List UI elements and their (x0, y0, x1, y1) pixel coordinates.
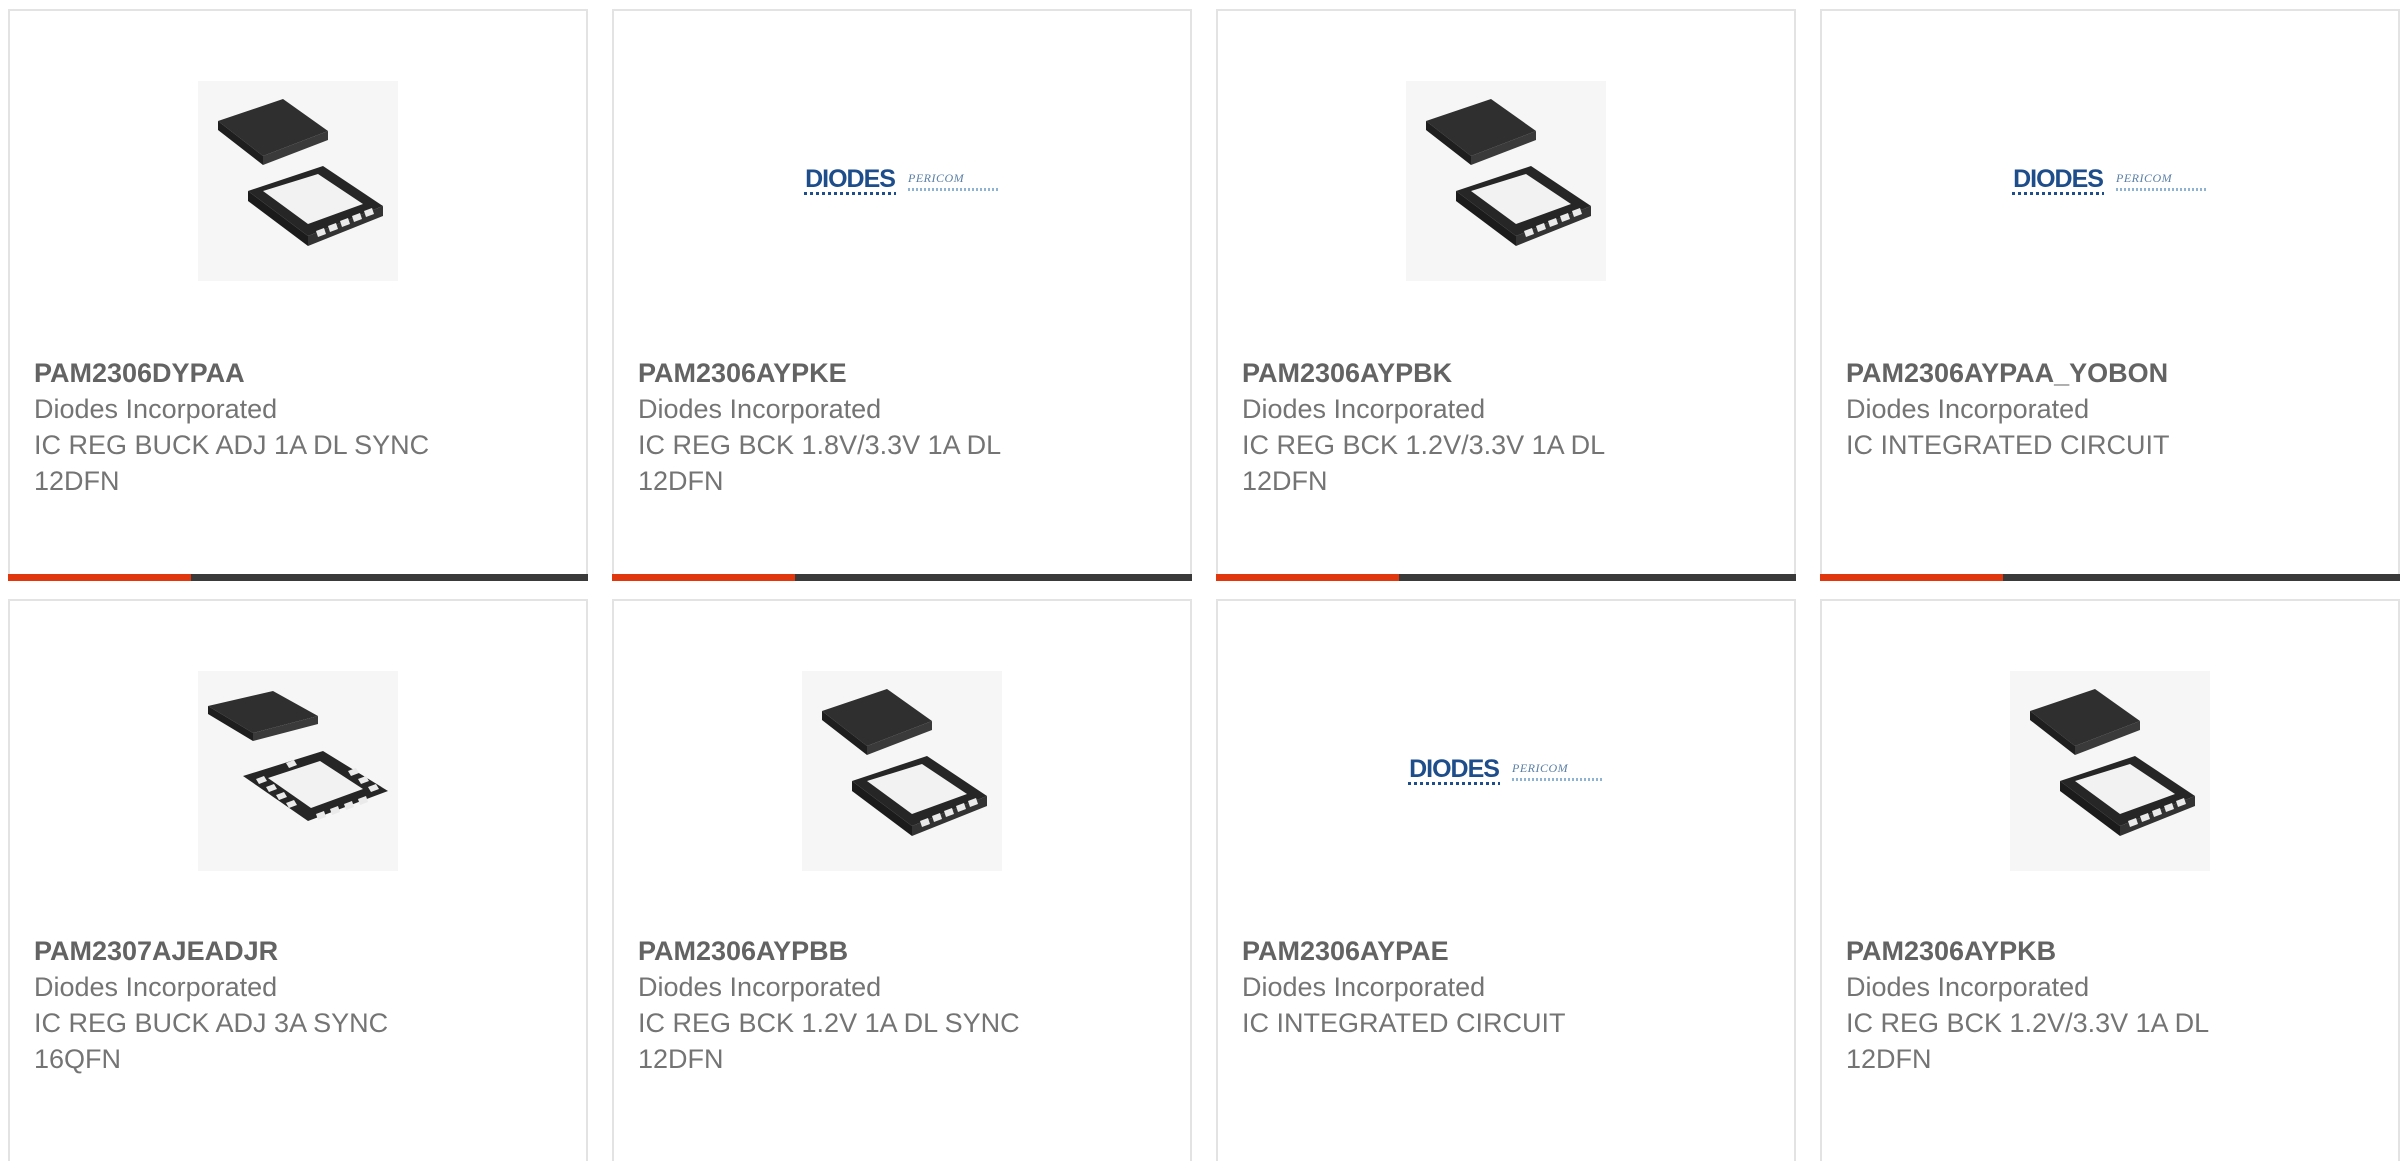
description: IC INTEGRATED CIRCUIT (1846, 430, 2170, 460)
product-image[interactable]: DIODES PERICOM (1822, 81, 2398, 281)
part-number-link[interactable]: PAM2306AYPAA_YOBON (1846, 355, 2374, 391)
logo-secondary: PERICOM (2116, 171, 2173, 185)
card-accent-bar (8, 574, 191, 581)
product-card[interactable]: DIODES PERICOM PAM2306AYPAE Diodes Incor… (1216, 599, 1796, 1161)
manufacturer: Diodes Incorporated (34, 972, 278, 1002)
product-card[interactable]: DIODES PERICOM PAM2306AYPAA_YOBON Diodes… (1820, 9, 2400, 581)
description: IC REG BCK 1.2V 1A DL SYNC 12DFN (638, 1008, 1020, 1074)
description: IC REG BUCK ADJ 1A DL SYNC 12DFN (34, 430, 430, 496)
qfn16-chip-image (198, 671, 398, 871)
product-card[interactable]: PAM2306AYPBB Diodes Incorporated IC REG … (612, 599, 1192, 1161)
logo-secondary: PERICOM (908, 171, 965, 185)
product-image[interactable] (1218, 81, 1794, 281)
product-image[interactable] (10, 671, 586, 871)
product-image[interactable] (10, 81, 586, 281)
logo-brand: DIODES (2013, 164, 2104, 193)
description: IC REG BCK 1.2V/3.3V 1A DL 12DFN (1242, 430, 1605, 496)
part-number-link[interactable]: PAM2306AYPBK (1242, 355, 1770, 391)
logo-secondary: PERICOM (1512, 761, 1569, 775)
manufacturer: Diodes Incorporated (1846, 972, 2090, 1002)
product-info: PAM2306AYPKE Diodes Incorporated IC REG … (638, 355, 1166, 499)
card-bottom-bar (1216, 574, 1796, 581)
card-bottom-bar (8, 574, 588, 581)
part-number-link[interactable]: PAM2306AYPAE (1242, 933, 1770, 969)
product-info: PAM2306AYPKB Diodes Incorporated IC REG … (1846, 933, 2374, 1077)
product-info: PAM2307AJEADJR Diodes Incorporated IC RE… (34, 933, 562, 1077)
part-number-link[interactable]: PAM2306AYPBB (638, 933, 1166, 969)
description: IC INTEGRATED CIRCUIT (1242, 1008, 1566, 1038)
description: IC REG BCK 1.2V/3.3V 1A DL 12DFN (1846, 1008, 2209, 1074)
dfn12-chip-image (2010, 671, 2210, 871)
manufacturer: Diodes Incorporated (34, 394, 278, 424)
diodes-pericom-logo: DIODES PERICOM (804, 164, 1000, 195)
product-image[interactable] (1822, 671, 2398, 871)
product-card[interactable]: PAM2306AYPBK Diodes Incorporated IC REG … (1216, 9, 1796, 581)
diodes-pericom-logo: DIODES PERICOM (2012, 164, 2208, 195)
product-info: PAM2306AYPBK Diodes Incorporated IC REG … (1242, 355, 1770, 499)
part-number-link[interactable]: PAM2306DYPAA (34, 355, 562, 391)
card-accent-bar (1216, 574, 1399, 581)
part-number-link[interactable]: PAM2307AJEADJR (34, 933, 562, 969)
product-card[interactable]: DIODES PERICOM PAM2306AYPKE Diodes Incor… (612, 9, 1192, 581)
product-grid: PAM2306DYPAA Diodes Incorporated IC REG … (0, 0, 2400, 1161)
product-info: PAM2306DYPAA Diodes Incorporated IC REG … (34, 355, 562, 499)
part-number-link[interactable]: PAM2306AYPKE (638, 355, 1166, 391)
manufacturer: Diodes Incorporated (638, 972, 882, 1002)
card-bottom-bar (1820, 574, 2400, 581)
product-image[interactable]: DIODES PERICOM (1218, 671, 1794, 871)
product-info: PAM2306AYPAE Diodes Incorporated IC INTE… (1242, 933, 1770, 1041)
diodes-pericom-logo: DIODES PERICOM (1408, 754, 1604, 785)
product-card[interactable]: PAM2306DYPAA Diodes Incorporated IC REG … (8, 9, 588, 581)
dfn12-chip-image (198, 81, 398, 281)
manufacturer: Diodes Incorporated (1242, 394, 1486, 424)
logo-brand: DIODES (805, 164, 896, 193)
product-image[interactable]: DIODES PERICOM (614, 81, 1190, 281)
product-info: PAM2306AYPAA_YOBON Diodes Incorporated I… (1846, 355, 2374, 463)
dfn12-chip-image (1406, 81, 1606, 281)
card-accent-bar (612, 574, 795, 581)
product-image[interactable] (614, 671, 1190, 871)
product-card[interactable]: PAM2307AJEADJR Diodes Incorporated IC RE… (8, 599, 588, 1161)
logo-brand: DIODES (1409, 754, 1500, 783)
manufacturer: Diodes Incorporated (1846, 394, 2090, 424)
part-number-link[interactable]: PAM2306AYPKB (1846, 933, 2374, 969)
product-info: PAM2306AYPBB Diodes Incorporated IC REG … (638, 933, 1166, 1077)
description: IC REG BCK 1.8V/3.3V 1A DL 12DFN (638, 430, 1001, 496)
manufacturer: Diodes Incorporated (1242, 972, 1486, 1002)
product-card[interactable]: PAM2306AYPKB Diodes Incorporated IC REG … (1820, 599, 2400, 1161)
manufacturer: Diodes Incorporated (638, 394, 882, 424)
card-accent-bar (1820, 574, 2003, 581)
dfn12-chip-image (802, 671, 1002, 871)
description: IC REG BUCK ADJ 3A SYNC 16QFN (34, 1008, 389, 1074)
card-bottom-bar (612, 574, 1192, 581)
